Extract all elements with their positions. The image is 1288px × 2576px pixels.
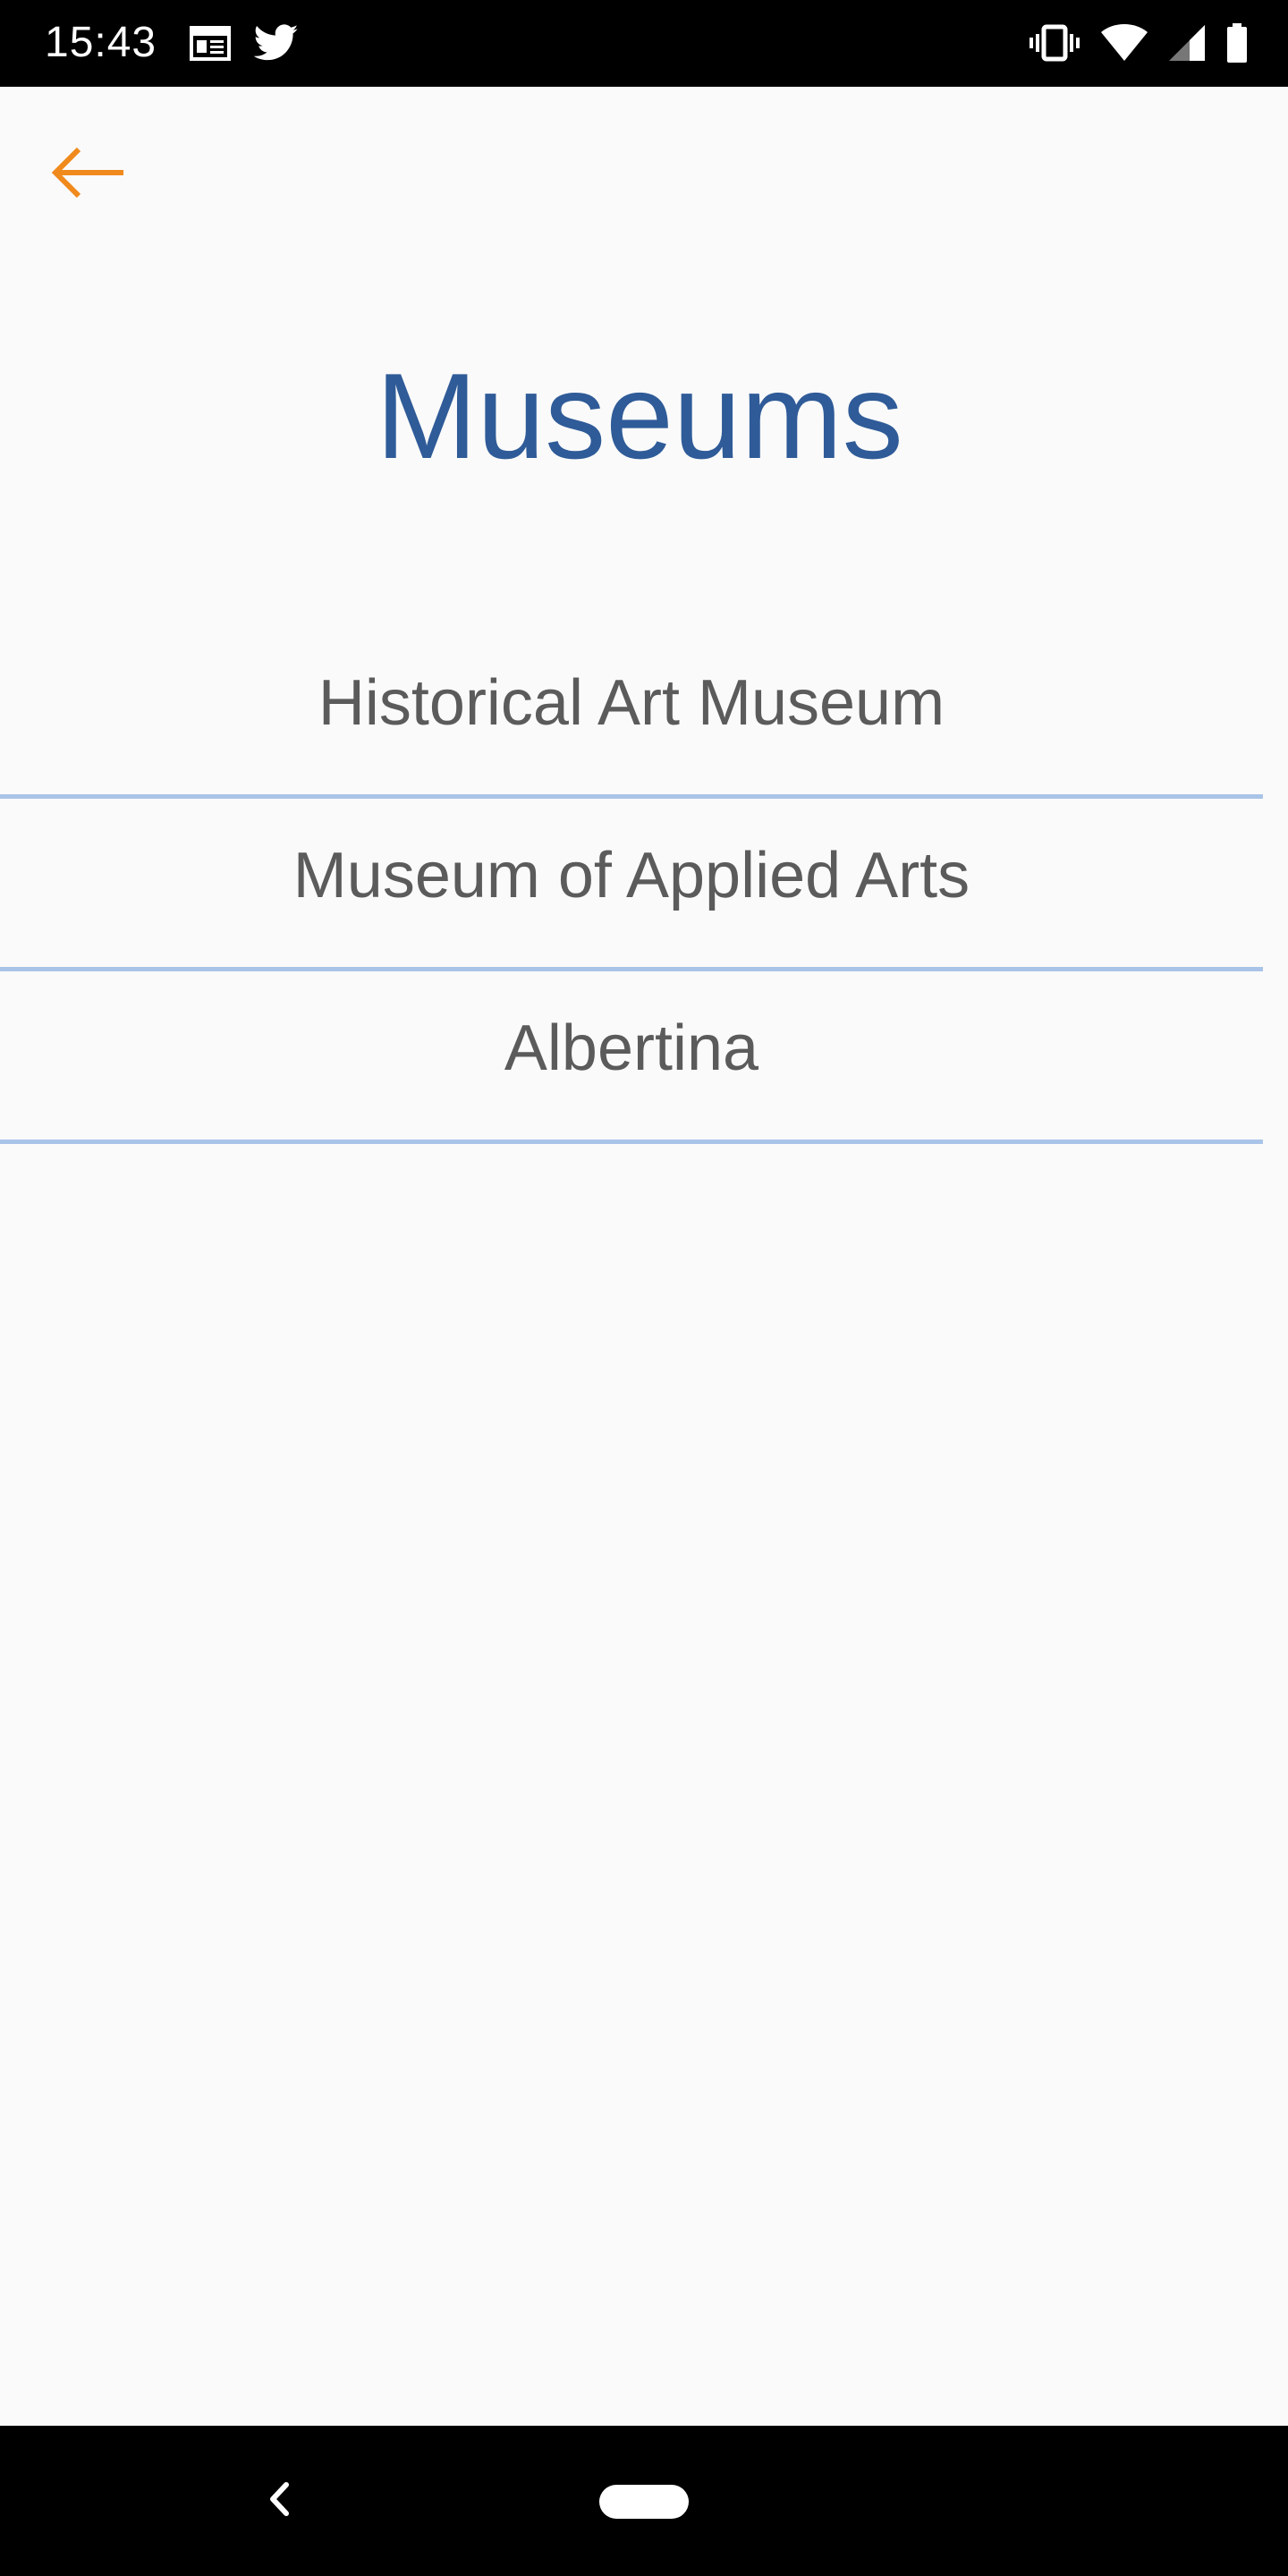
back-button[interactable] [38, 134, 136, 215]
signal-icon [1168, 24, 1206, 62]
museum-list-item[interactable]: Museum of Applied Arts [0, 799, 1263, 971]
status-time: 15:43 [45, 19, 157, 66]
navigation-bar [0, 2426, 1288, 2576]
home-pill-icon[interactable] [599, 2485, 689, 2519]
museum-item-label: Museum of Applied Arts [292, 840, 970, 911]
status-bar: 15:43 [0, 0, 1288, 87]
museum-item-label: Albertina [504, 1013, 759, 1084]
twitter-icon [254, 24, 299, 62]
status-left-icons [190, 20, 299, 66]
page-title: Museums [376, 348, 903, 484]
battery-icon [1225, 22, 1249, 64]
museum-list-item[interactable]: Albertina [0, 971, 1263, 1144]
wifi-icon [1100, 24, 1148, 62]
museum-list: Historical Art Museum Museum of Applied … [0, 626, 1263, 1144]
nav-back-button[interactable] [252, 2465, 306, 2537]
arrow-left-icon [47, 141, 127, 208]
museum-list-item[interactable]: Historical Art Museum [0, 626, 1263, 799]
screen: 15:43 Museums Historical Art Museum Muse… [0, 0, 1288, 2576]
calendar-icon [190, 25, 231, 61]
museum-item-label: Historical Art Museum [318, 667, 945, 739]
chevron-left-icon [266, 2481, 292, 2521]
vibrate-icon [1029, 24, 1080, 62]
status-right-icons [1029, 20, 1249, 66]
